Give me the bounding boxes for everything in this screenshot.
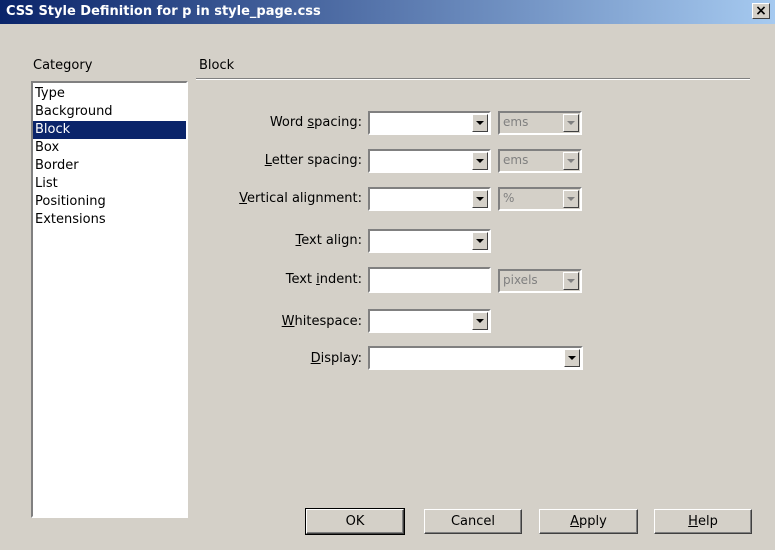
category-item-type[interactable]: Type xyxy=(33,85,186,103)
letter-spacing-select[interactable] xyxy=(368,149,491,173)
text-align-dropdown-button[interactable] xyxy=(472,232,488,250)
vertical-alignment-dropdown-button[interactable] xyxy=(472,190,488,208)
chevron-down-icon xyxy=(476,197,484,201)
letter-spacing-label: Letter spacing: xyxy=(264,153,362,168)
text-indent-label: Text indent: xyxy=(285,272,362,287)
window-title: CSS Style Definition for p in style_page… xyxy=(6,4,321,19)
word-spacing-unit-dropdown-button xyxy=(563,114,579,132)
close-icon: × xyxy=(755,3,767,19)
letter-spacing-unit-value: ems xyxy=(503,153,529,167)
category-label: Category xyxy=(33,58,93,73)
whitespace-select[interactable] xyxy=(368,309,491,333)
whitespace-label: Whitespace: xyxy=(281,314,362,329)
text-indent-input[interactable] xyxy=(368,267,491,293)
vertical-alignment-select[interactable] xyxy=(368,187,491,211)
panel-divider-highlight xyxy=(196,79,750,80)
text-indent-unit-dropdown-button xyxy=(563,272,579,290)
word-spacing-dropdown-button[interactable] xyxy=(472,114,488,132)
letter-spacing-dropdown-button[interactable] xyxy=(472,152,488,170)
word-spacing-unit-value: ems xyxy=(503,115,529,129)
text-align-select[interactable] xyxy=(368,229,491,253)
display-label: Display: xyxy=(310,351,362,366)
cancel-button[interactable]: Cancel xyxy=(424,509,522,534)
title-bar[interactable]: CSS Style Definition for p in style_page… xyxy=(0,0,775,24)
vertical-alignment-unit-value: % xyxy=(503,191,515,205)
word-spacing-label: Word spacing: xyxy=(269,115,362,130)
category-item-extensions[interactable]: Extensions xyxy=(33,211,186,229)
vertical-alignment-unit-select: % xyxy=(498,187,582,211)
chevron-down-icon xyxy=(567,159,575,163)
whitespace-dropdown-button[interactable] xyxy=(472,312,488,330)
ok-button[interactable]: OK xyxy=(305,508,405,535)
text-align-label: Text align: xyxy=(295,233,363,248)
chevron-down-icon xyxy=(567,279,575,283)
category-list[interactable]: Type Background Block Box Border List Po… xyxy=(31,81,188,518)
chevron-down-icon xyxy=(567,197,575,201)
apply-button[interactable]: Apply xyxy=(539,509,638,534)
panel-title: Block xyxy=(199,58,235,73)
display-dropdown-button[interactable] xyxy=(564,349,580,367)
chevron-down-icon xyxy=(476,159,484,163)
text-indent-unit-select: pixels xyxy=(498,269,582,293)
word-spacing-unit-select: ems xyxy=(498,111,582,135)
help-button[interactable]: Help xyxy=(654,509,752,534)
chevron-down-icon xyxy=(476,319,484,323)
text-indent-unit-value: pixels xyxy=(503,273,538,287)
chevron-down-icon xyxy=(567,121,575,125)
vertical-alignment-label: Vertical alignment: xyxy=(239,191,362,206)
display-select[interactable] xyxy=(368,346,583,370)
chevron-down-icon xyxy=(568,356,576,360)
chevron-down-icon xyxy=(476,239,484,243)
letter-spacing-unit-select: ems xyxy=(498,149,582,173)
word-spacing-select[interactable] xyxy=(368,111,491,135)
letter-spacing-unit-dropdown-button xyxy=(563,152,579,170)
chevron-down-icon xyxy=(476,121,484,125)
close-button[interactable]: × xyxy=(752,3,770,19)
vertical-alignment-unit-dropdown-button xyxy=(563,190,579,208)
